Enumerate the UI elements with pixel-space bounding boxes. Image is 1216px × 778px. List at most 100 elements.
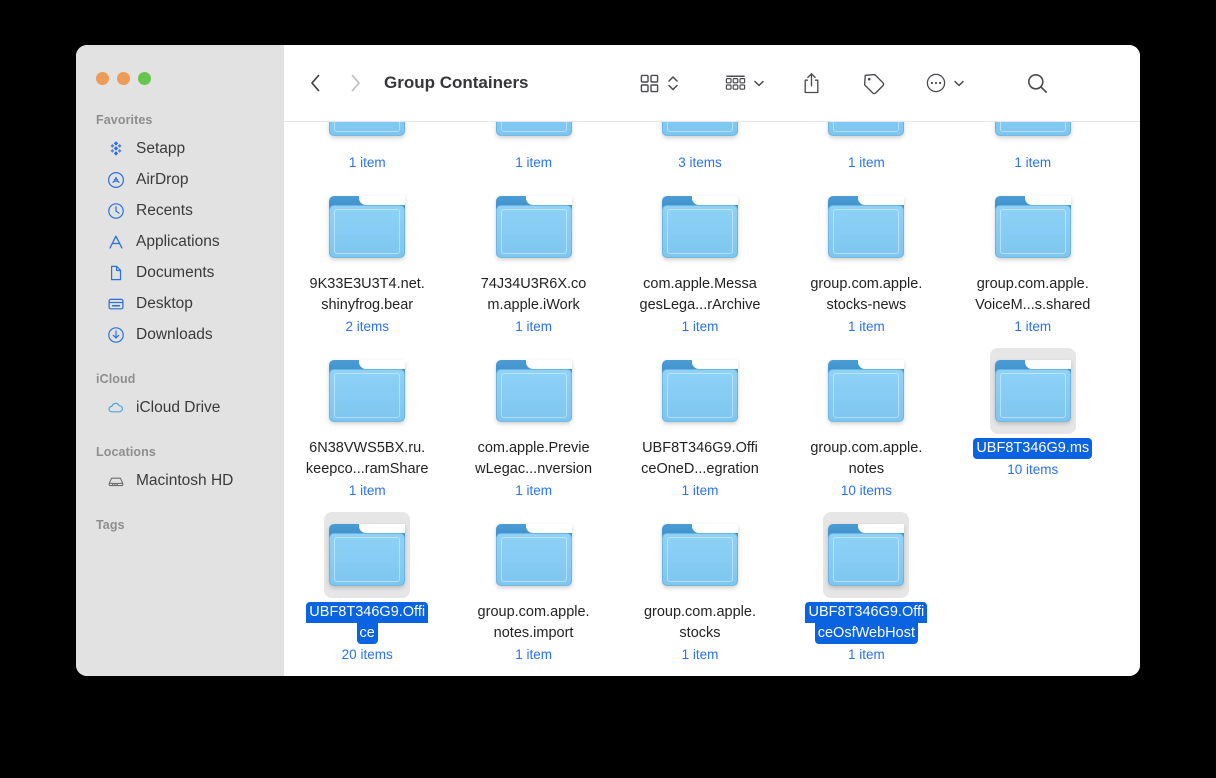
file-icon-container[interactable] (491, 122, 577, 148)
file-icon-container[interactable] (823, 348, 909, 434)
file-name-label[interactable]: group.com.apple. notes (790, 438, 942, 480)
file-icon-container[interactable] (324, 512, 411, 598)
file-name-label[interactable]: group.com.apple. notes.import (458, 602, 610, 644)
file-name-line: 9K33E3U3T4.net. (309, 276, 425, 292)
file-grid-item[interactable]: 6N38VWS5BX.ru. keepco...ramShare 1 item (284, 336, 450, 500)
folder-icon (329, 524, 406, 586)
file-grid-item[interactable]: UBF8T346G9.Offi ceOsfWebHost 1 item (783, 500, 949, 664)
file-name-label[interactable]: group.com.apple. VoiceM...s.shared (957, 274, 1109, 316)
download-icon (106, 325, 125, 344)
file-icon-container[interactable] (491, 348, 577, 434)
file-icon-container[interactable] (990, 122, 1076, 148)
minimize-window-button[interactable] (117, 72, 130, 85)
grid-view-icon[interactable] (633, 68, 667, 98)
group-by-icon[interactable] (719, 68, 753, 98)
close-window-button[interactable] (96, 72, 109, 85)
file-name-line: group.com.apple. (810, 276, 923, 292)
file-item-count: 1 item (847, 319, 885, 334)
file-grid-item[interactable]: group.com.apple. stocks 1 item (617, 500, 783, 664)
file-icon-container[interactable] (491, 184, 577, 270)
folder-icon (495, 122, 572, 136)
file-icon-container[interactable] (491, 512, 577, 598)
sidebar-item-desktop[interactable]: Desktop (84, 288, 274, 319)
file-grid-item[interactable]: 1 item (783, 122, 949, 172)
file-icon-container[interactable] (989, 348, 1076, 434)
folder-icon (329, 122, 406, 136)
file-icon-container[interactable] (324, 348, 410, 434)
traffic-lights (76, 45, 284, 85)
file-name-line: ce (356, 623, 378, 644)
file-name-label[interactable]: UBF8T346G9.ms (957, 438, 1109, 459)
group-by-group[interactable] (719, 68, 767, 98)
file-icon-container[interactable] (657, 512, 743, 598)
file-item-count: 1 item (348, 483, 386, 498)
file-name-label[interactable]: UBF8T346G9.Offi ceOsfWebHost (790, 602, 942, 644)
folder-icon (994, 122, 1071, 136)
more-actions-group[interactable] (919, 68, 967, 98)
sidebar-item-recents[interactable]: Recents (84, 195, 274, 226)
file-grid-item[interactable]: 1 item (950, 122, 1116, 172)
folder-icon (495, 524, 572, 586)
file-grid-item[interactable]: group.com.apple. VoiceM...s.shared 1 item (950, 172, 1116, 336)
sidebar-item-applications[interactable]: Applications (84, 226, 274, 257)
sidebar-item-airdrop[interactable]: AirDrop (84, 164, 274, 195)
file-name-label[interactable]: com.apple.Messa gesLega...rArchive (624, 274, 776, 316)
maximize-window-button[interactable] (138, 72, 151, 85)
file-icon-container[interactable] (657, 348, 743, 434)
file-name-label[interactable]: UBF8T346G9.Offi ceOneD...egration (624, 438, 776, 480)
file-grid-item[interactable]: group.com.apple. notes 10 items (783, 336, 949, 500)
ellipsis-circle-icon[interactable] (919, 68, 953, 98)
chevron-down-icon[interactable] (951, 77, 967, 89)
file-name-label[interactable]: 74J34U3R6X.co m.apple.iWork (458, 274, 610, 316)
sidebar-item-setapp[interactable]: Setapp (84, 133, 274, 164)
file-grid-item[interactable]: 3 items (617, 122, 783, 172)
sidebar-item-icloud-drive[interactable]: iCloud Drive (84, 392, 274, 423)
file-name-label[interactable]: 6N38VWS5BX.ru. keepco...ramShare (291, 438, 443, 480)
tag-button[interactable] (857, 68, 891, 98)
file-name-label[interactable]: 9K33E3U3T4.net. shinyfrog.bear (291, 274, 443, 316)
sidebar-item-label: Downloads (136, 325, 213, 343)
file-grid-item[interactable]: group.com.apple. notes.import 1 item (450, 500, 616, 664)
chevron-updown-icon[interactable] (665, 73, 681, 93)
file-grid-item[interactable]: UBF8T346G9.Offi ce 20 items (284, 500, 450, 664)
file-grid-item[interactable]: 1 item (284, 122, 450, 172)
sidebar-section-header: Tags (96, 518, 125, 532)
file-grid-item[interactable]: 74J34U3R6X.co m.apple.iWork 1 item (450, 172, 616, 336)
file-grid-item[interactable]: UBF8T346G9.Offi ceOneD...egration 1 item (617, 336, 783, 500)
sidebar-item-downloads[interactable]: Downloads (84, 319, 274, 350)
file-name-line: UBF8T346G9.ms (973, 438, 1093, 459)
file-icon-container[interactable] (823, 184, 909, 270)
file-name-line: shinyfrog.bear (321, 297, 414, 313)
sidebar-section-locations: Locations Macintosh HD (76, 445, 284, 496)
sidebar-item-documents[interactable]: Documents (84, 257, 274, 288)
back-button[interactable] (302, 70, 328, 96)
file-name-label[interactable]: group.com.apple. stocks (624, 602, 776, 644)
file-grid-item[interactable]: com.apple.Previe wLegac...nversion 1 item (450, 336, 616, 500)
chevron-down-icon[interactable] (751, 77, 767, 89)
file-icon-container[interactable] (324, 122, 410, 148)
search-icon[interactable] (1021, 68, 1055, 98)
file-icon-container[interactable] (657, 184, 743, 270)
share-button[interactable] (795, 68, 829, 98)
sidebar-item-macintosh-hd[interactable]: Macintosh HD (84, 465, 274, 496)
file-grid-area[interactable]: 1 item 1 item 3 items 1 item 1 item 9K33E3U3T… (284, 122, 1140, 676)
file-icon-container[interactable] (657, 122, 743, 148)
file-grid-item[interactable]: group.com.apple. stocks-news 1 item (783, 172, 949, 336)
file-grid-item[interactable]: 9K33E3U3T4.net. shinyfrog.bear 2 items (284, 172, 450, 336)
file-grid-item[interactable]: com.apple.Messa gesLega...rArchive 1 item (617, 172, 783, 336)
folder-icon (661, 196, 738, 258)
document-icon (106, 263, 125, 282)
folder-icon (828, 122, 905, 136)
file-icon-container[interactable] (324, 184, 410, 270)
file-icon-container[interactable] (823, 512, 910, 598)
file-grid-item[interactable]: 1 item (450, 122, 616, 172)
view-options-group[interactable] (633, 68, 681, 98)
file-name-label[interactable]: com.apple.Previe wLegac...nversion (458, 438, 610, 480)
file-icon-container[interactable] (823, 122, 909, 148)
forward-button[interactable] (342, 70, 368, 96)
folder-icon (495, 360, 572, 422)
file-name-label[interactable]: UBF8T346G9.Offi ce (291, 602, 443, 644)
file-icon-container[interactable] (990, 184, 1076, 270)
file-grid-item[interactable]: UBF8T346G9.ms 10 items (950, 336, 1116, 500)
file-name-label[interactable]: group.com.apple. stocks-news (790, 274, 942, 316)
